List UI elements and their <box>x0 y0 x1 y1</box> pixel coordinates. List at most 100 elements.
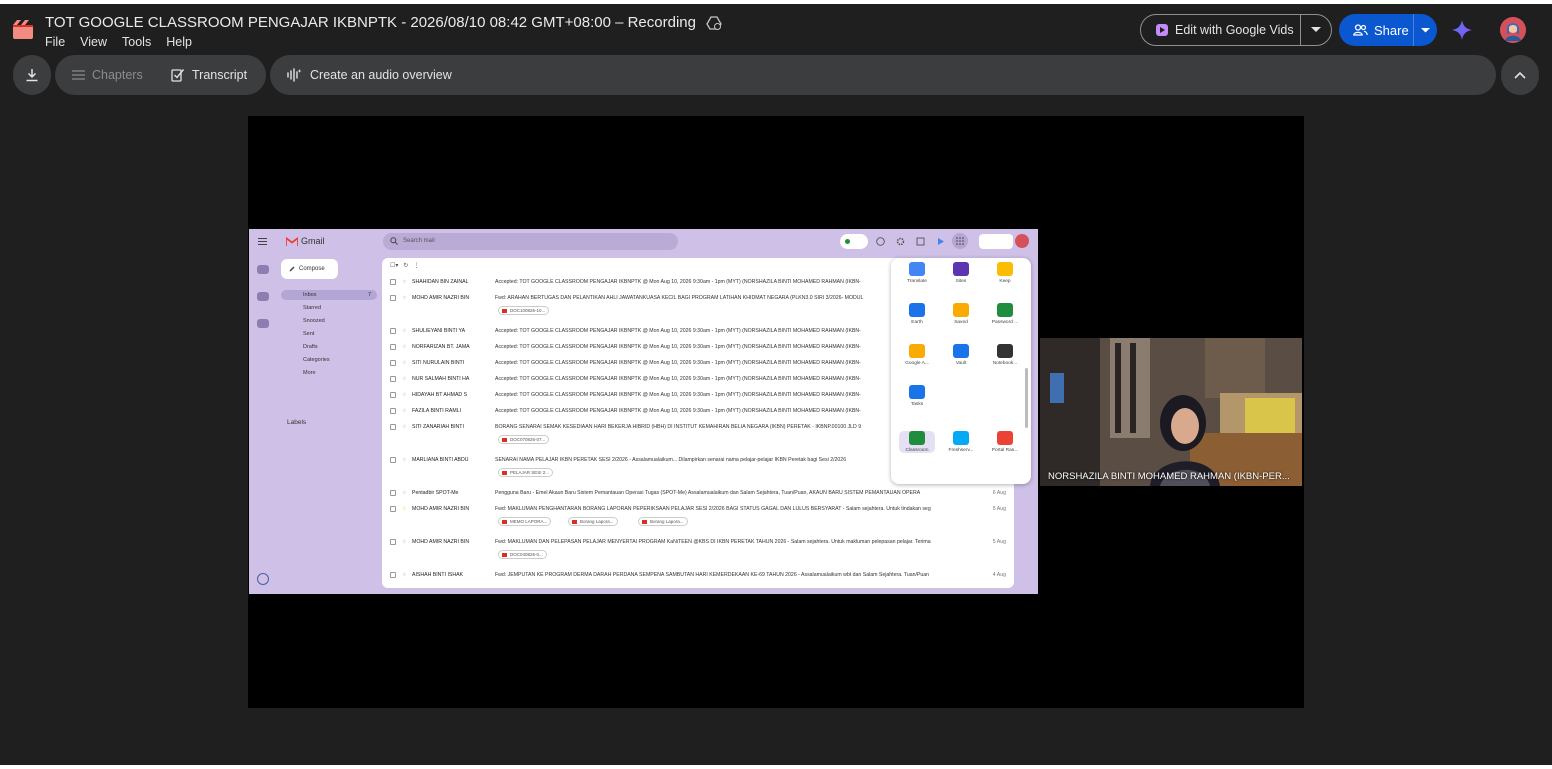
attachment-chip: MEMO LAPORA... <box>498 517 552 526</box>
row-checkbox <box>390 539 396 545</box>
row-date: 6 Aug <box>992 490 1006 496</box>
star-icon: ☆ <box>402 328 407 334</box>
apps-grid-icon <box>956 237 964 245</box>
star-icon: ☆ <box>402 295 407 301</box>
chapters-button[interactable]: Chapters <box>55 68 155 82</box>
list-icon <box>72 70 85 80</box>
menu-view[interactable]: View <box>80 35 107 49</box>
row-checkbox <box>390 344 396 350</box>
edit-vids-dropdown[interactable] <box>1301 15 1331 45</box>
gmail-nav: Compose Inbox 7 Starred Snoozed Sent Draf… <box>281 255 381 594</box>
help-icon <box>876 237 885 246</box>
translate-icon <box>909 262 925 276</box>
chapters-transcript-bar: Chapters Transcript <box>55 55 266 95</box>
participant-name: NORSHAZILA BINTI MOHAMED RAHMAN (IKBN-PE… <box>1048 471 1290 482</box>
audio-overview-button[interactable]: Create an audio overview <box>270 55 1496 95</box>
nav-more: More <box>303 370 316 376</box>
share-dropdown[interactable] <box>1413 14 1437 46</box>
star-icon: ☆ <box>402 344 407 350</box>
app-label: Freshserv... <box>948 448 974 453</box>
audio-waveform-icon <box>287 68 302 82</box>
row-checkbox <box>390 506 396 512</box>
caret-down-icon <box>1421 27 1430 32</box>
row-checkbox <box>390 457 396 463</box>
app-tile-portal: Portal Ras... <box>987 431 1023 453</box>
gmail-search: Search mail <box>383 233 678 250</box>
app-label: Earth <box>911 320 923 325</box>
shared-screen-gmail: Gmail Search mail Compose Inbox 7 Starre… <box>249 229 1038 594</box>
star-icon: ☆ <box>402 392 407 398</box>
keep-icon <box>997 262 1013 276</box>
download-icon <box>26 69 38 82</box>
status-dot <box>845 239 850 244</box>
chevron-up-icon <box>1514 71 1526 79</box>
share-label: Share <box>1374 22 1409 38</box>
gemini-small-icon <box>916 237 925 246</box>
nav-starred: Starred <box>303 305 322 311</box>
vids-logo-icon[interactable] <box>12 19 34 41</box>
app-label: Saved <box>954 320 968 325</box>
nav-sent: Sent <box>303 331 315 337</box>
row-checkbox <box>390 376 396 382</box>
mail-rail-icon <box>257 265 269 274</box>
menu-file[interactable]: File <box>45 35 65 49</box>
gmail-left-rail <box>249 255 277 594</box>
sites-icon <box>953 262 969 276</box>
gmail-name: Gmail <box>301 236 325 246</box>
star-icon: ☆ <box>402 424 407 430</box>
transcript-label: Transcript <box>192 68 248 82</box>
row-checkbox <box>390 360 396 366</box>
transcript-button[interactable]: Transcript <box>155 68 247 82</box>
edit-with-vids-button[interactable]: Edit with Google Vids <box>1141 15 1300 45</box>
app-tile-analytics: Google A... <box>899 344 935 366</box>
star-icon: ☆ <box>402 360 407 366</box>
tasks-icon <box>909 385 925 399</box>
star-icon: ☆ <box>402 457 407 463</box>
row-sender: MOHD AMIR NAZRI BIN <box>412 506 470 512</box>
app-label: Notebook... <box>992 361 1018 366</box>
app-label: Password ... <box>991 320 1019 325</box>
app-label: Portal Ras... <box>991 448 1019 453</box>
row-subject: Pengguna Baru - Emel Akaun Baru Sistem P… <box>495 490 921 496</box>
share-button[interactable]: Share <box>1339 14 1413 46</box>
row-date: 4 Aug <box>992 572 1006 578</box>
row-sender: MOHD AMIR NAZRI BIN <box>412 295 470 301</box>
row-sender: SITI ZANARIAH BINTI <box>412 424 464 430</box>
row-checkbox <box>390 424 396 430</box>
search-icon <box>390 237 398 245</box>
portal-icon <box>997 431 1013 445</box>
collapse-toolbar-button[interactable] <box>1501 55 1539 95</box>
settings-icon <box>896 237 905 246</box>
attachment-chip: Borang Lapora... <box>638 517 688 526</box>
drive-status-icon[interactable] <box>706 15 722 31</box>
row-date: 5 Aug <box>992 539 1006 545</box>
app-label: Sites <box>955 279 967 284</box>
video-player[interactable]: Gmail Search mail Compose Inbox 7 Starre… <box>248 116 1304 708</box>
app-label: Google A... <box>905 361 929 366</box>
table-row: ☆ MOHD AMIR NAZRI BIN Fwd: MAKLUMAN PENGHA… <box>382 503 1014 515</box>
avatar[interactable] <box>1500 17 1526 43</box>
row-sender: SITI NURULAIN BINTI <box>412 360 465 366</box>
app-tile-vault: Vault <box>943 344 979 366</box>
document-title[interactable]: TOT GOOGLE CLASSROOM PENGAJAR IKBNPTK - … <box>45 14 722 31</box>
row-date: 5 Aug <box>992 506 1006 512</box>
row-checkbox <box>390 408 396 414</box>
gmail-avatar <box>1015 234 1029 248</box>
menu-tools[interactable]: Tools <box>122 35 151 49</box>
app-label: Translate <box>907 279 927 284</box>
row-sender: FAZILA BINTI RAMLI <box>412 408 462 414</box>
status-chip <box>840 234 868 249</box>
classroom-icon <box>909 431 925 445</box>
gemini-icon[interactable] <box>1452 20 1472 40</box>
menu-help[interactable]: Help <box>166 35 192 49</box>
row-sender: AISHAH BINTI ISHAK <box>412 572 464 578</box>
app-tile-saved: Saved <box>943 303 979 325</box>
people-icon <box>1353 24 1368 36</box>
attachment-chip: PELAJAR SESI 2... <box>498 468 554 477</box>
chapters-label: Chapters <box>92 68 143 82</box>
pencil-icon <box>289 266 295 272</box>
download-button[interactable] <box>13 55 51 95</box>
row-checkbox <box>390 490 396 496</box>
vault-icon <box>953 344 969 358</box>
nav-inbox: Inbox 7 <box>281 290 377 300</box>
